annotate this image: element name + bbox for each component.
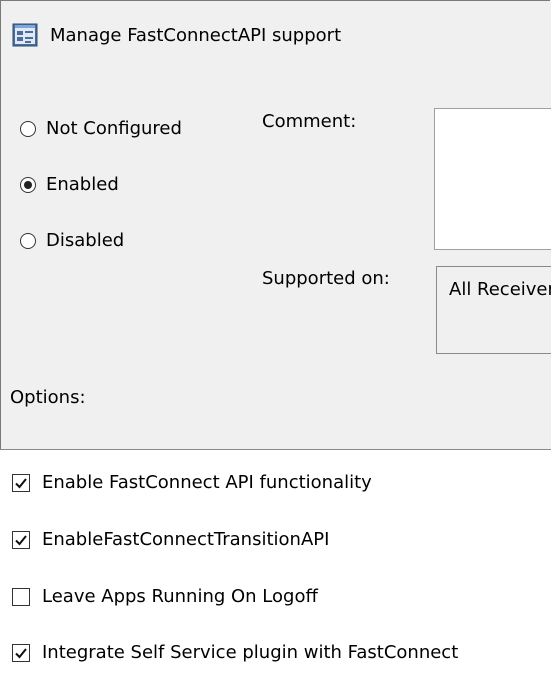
radio-enabled[interactable]: Enabled [20,174,119,195]
option-label: Leave Apps Running On Logoff [42,586,318,607]
option-integrate-self-service[interactable]: Integrate Self Service plugin with FastC… [12,642,458,663]
comment-textarea[interactable] [434,108,551,250]
options-label: Options: [10,387,86,408]
radio-not-configured[interactable]: Not Configured [20,118,182,139]
comment-label: Comment: [262,111,357,132]
radio-label: Disabled [46,230,125,251]
radio-button[interactable] [20,176,36,193]
policy-setting-icon [12,22,38,48]
checkbox[interactable] [12,587,30,606]
option-leave-apps-running[interactable]: Leave Apps Running On Logoff [12,586,318,607]
option-label: Integrate Self Service plugin with FastC… [42,642,459,663]
option-enable-transition-api[interactable]: EnableFastConnectTransitionAPI [12,529,329,550]
option-label: EnableFastConnectTransitionAPI [42,529,330,550]
supported-on-field: All Receivers [436,266,551,354]
radio-button[interactable] [20,232,36,249]
radio-disabled[interactable]: Disabled [20,230,124,251]
radio-button[interactable] [20,120,36,137]
title-bar: Manage FastConnectAPI support [12,20,341,50]
checkbox[interactable] [12,473,30,492]
supported-on-value: All Receivers [449,279,551,300]
radio-label: Not Configured [46,118,182,139]
option-enable-fastconnect-api[interactable]: Enable FastConnect API functionality [12,472,372,493]
supported-on-label: Supported on: [262,268,390,289]
checkbox[interactable] [12,530,30,549]
checkbox[interactable] [12,643,30,662]
dialog-title: Manage FastConnectAPI support [50,24,342,46]
option-label: Enable FastConnect API functionality [42,472,372,493]
radio-label: Enabled [46,174,119,195]
